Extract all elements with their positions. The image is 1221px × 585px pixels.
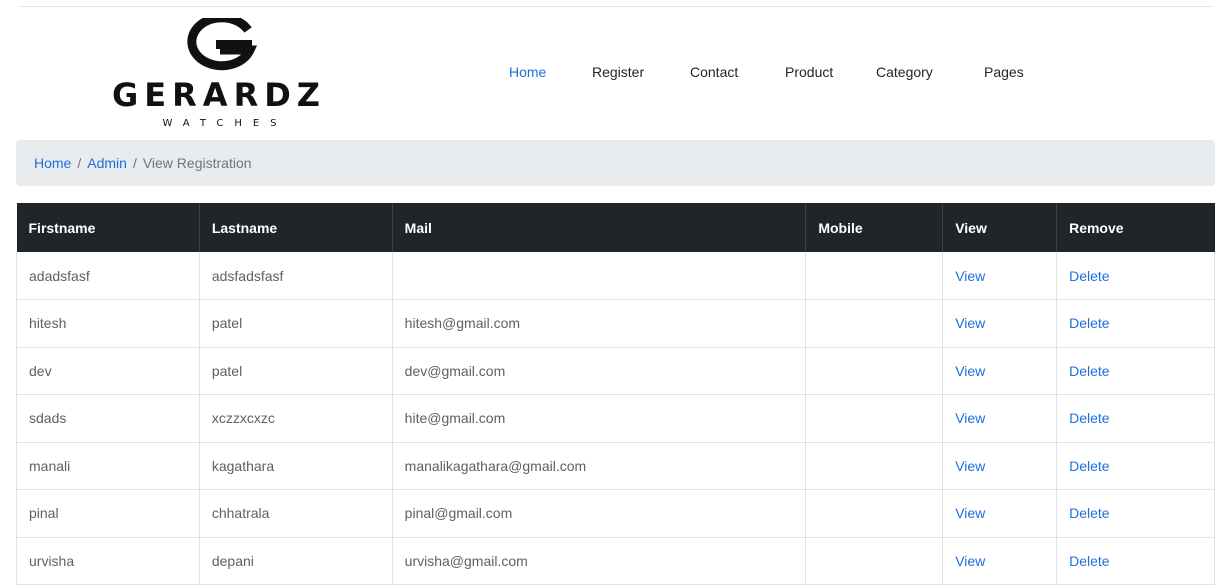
cell-mail [392, 252, 807, 300]
cell-lastname: chhatrala [199, 489, 393, 538]
table-row: sdads xczzxcxzc hite@gmail.com View Dele… [16, 394, 1215, 443]
breadcrumb-home[interactable]: Home [34, 155, 71, 171]
breadcrumb-separator: / [77, 155, 82, 171]
cell-mobile [805, 537, 944, 585]
view-link[interactable]: View [955, 553, 985, 569]
cell-firstname: urvisha [16, 537, 200, 585]
cell-view: View [942, 347, 1058, 395]
header-firstname: Firstname [16, 203, 200, 252]
cell-mail: urvisha@gmail.com [392, 537, 807, 585]
breadcrumb-admin[interactable]: Admin [87, 155, 127, 171]
cell-mobile [805, 394, 944, 443]
header-mail: Mail [392, 203, 807, 252]
table-row: adadsfasf adsfadsfasf View Delete [16, 252, 1215, 300]
table-row: urvisha depani urvisha@gmail.com View De… [16, 537, 1215, 585]
cell-lastname: kagathara [199, 442, 393, 490]
cell-firstname: adadsfasf [16, 252, 200, 300]
view-link[interactable]: View [955, 268, 985, 284]
header-mobile: Mobile [805, 203, 944, 252]
delete-link[interactable]: Delete [1069, 315, 1109, 331]
header-view: View [942, 203, 1058, 252]
delete-link[interactable]: Delete [1069, 268, 1109, 284]
table-row: hitesh patel hitesh@gmail.com View Delet… [16, 299, 1215, 348]
cell-remove: Delete [1056, 347, 1215, 395]
main-nav: Home Register Contact Product Category P… [0, 64, 1221, 84]
header-remove: Remove [1056, 203, 1215, 252]
cell-mail: hitesh@gmail.com [392, 299, 807, 348]
cell-remove: Delete [1056, 489, 1215, 538]
cell-view: View [942, 252, 1058, 300]
nav-contact[interactable]: Contact [690, 64, 738, 80]
cell-firstname: pinal [16, 489, 200, 538]
cell-firstname: dev [16, 347, 200, 395]
view-link[interactable]: View [955, 505, 985, 521]
cell-view: View [942, 394, 1058, 443]
cell-lastname: xczzxcxzc [199, 394, 393, 443]
cell-mail: dev@gmail.com [392, 347, 807, 395]
registration-table: Firstname Lastname Mail Mobile View Remo… [16, 203, 1215, 585]
header-lastname: Lastname [199, 203, 393, 252]
cell-mobile [805, 489, 944, 538]
cell-lastname: adsfadsfasf [199, 252, 393, 300]
cell-view: View [942, 489, 1058, 538]
breadcrumb: Home / Admin / View Registration [16, 140, 1215, 186]
breadcrumb-separator: / [132, 155, 137, 171]
cell-remove: Delete [1056, 252, 1215, 300]
view-link[interactable]: View [955, 315, 985, 331]
cell-mobile [805, 347, 944, 395]
delete-link[interactable]: Delete [1069, 363, 1109, 379]
cell-lastname: depani [199, 537, 393, 585]
nav-home[interactable]: Home [509, 64, 546, 80]
cell-mail: manalikagathara@gmail.com [392, 442, 807, 490]
table-row: manali kagathara manalikagathara@gmail.c… [16, 442, 1215, 490]
table-header-row: Firstname Lastname Mail Mobile View Remo… [16, 203, 1215, 252]
breadcrumb-current: View Registration [142, 155, 252, 171]
cell-mobile [805, 252, 944, 300]
cell-mobile [805, 442, 944, 490]
site-header: GERARDZ WATCHES Home Register Contact Pr… [0, 0, 1221, 140]
nav-pages[interactable]: Pages [984, 64, 1024, 80]
nav-category[interactable]: Category [876, 64, 933, 80]
cell-mail: pinal@gmail.com [392, 489, 807, 538]
brand-tagline: WATCHES [162, 118, 288, 129]
cell-remove: Delete [1056, 299, 1215, 348]
cell-view: View [942, 537, 1058, 585]
nav-register[interactable]: Register [592, 64, 644, 80]
cell-mail: hite@gmail.com [392, 394, 807, 443]
cell-view: View [942, 442, 1058, 490]
cell-remove: Delete [1056, 394, 1215, 443]
table-row: dev patel dev@gmail.com View Delete [16, 347, 1215, 395]
nav-product[interactable]: Product [785, 64, 833, 80]
delete-link[interactable]: Delete [1069, 553, 1109, 569]
cell-lastname: patel [199, 299, 393, 348]
delete-link[interactable]: Delete [1069, 410, 1109, 426]
cell-remove: Delete [1056, 442, 1215, 490]
cell-firstname: sdads [16, 394, 200, 443]
view-link[interactable]: View [955, 458, 985, 474]
cell-firstname: manali [16, 442, 200, 490]
view-link[interactable]: View [955, 410, 985, 426]
cell-firstname: hitesh [16, 299, 200, 348]
table-row: pinal chhatrala pinal@gmail.com View Del… [16, 489, 1215, 538]
delete-link[interactable]: Delete [1069, 505, 1109, 521]
cell-remove: Delete [1056, 537, 1215, 585]
delete-link[interactable]: Delete [1069, 458, 1109, 474]
view-link[interactable]: View [955, 363, 985, 379]
cell-lastname: patel [199, 347, 393, 395]
cell-mobile [805, 299, 944, 348]
cell-view: View [942, 299, 1058, 348]
